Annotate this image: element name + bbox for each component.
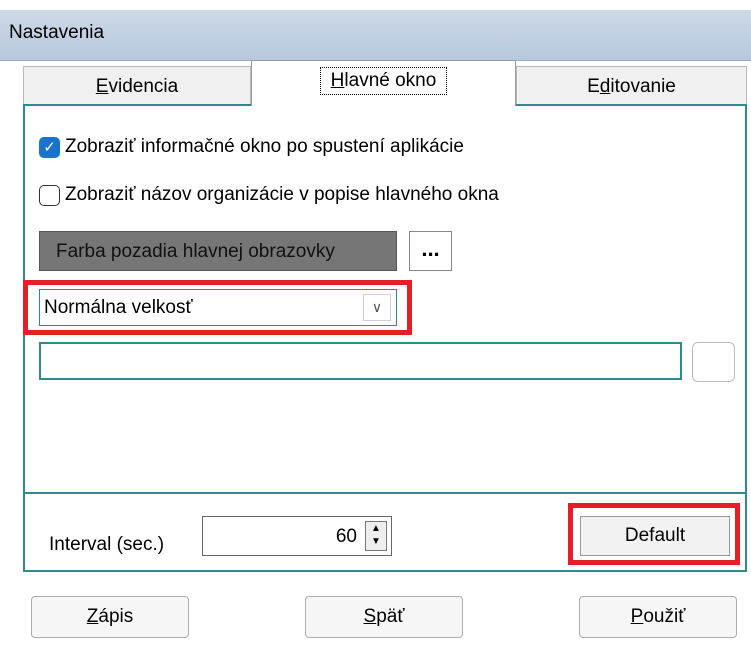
show-org-checkbox[interactable] <box>39 184 60 206</box>
tab-focus-outline: Hlavné okno <box>319 67 448 95</box>
zapis-button[interactable]: Zápis <box>31 596 189 638</box>
button-label-post: ápis <box>98 606 134 627</box>
interval-label: Interval (sec.) <box>49 534 165 555</box>
path-field[interactable] <box>39 342 682 380</box>
tab-editovanie[interactable]: Editovanie <box>516 66 747 104</box>
background-color-button[interactable]: Farba pozadia hlavnej obrazovky <box>39 231 397 271</box>
tab-label-key: d <box>599 76 611 97</box>
tab-label-key: H <box>330 70 345 91</box>
tab-panel-hlavne-okno: ✓ Zobraziť informačné okno po spustení a… <box>23 104 747 572</box>
spin-arrows-icon[interactable]: ▲ ▼ <box>365 521 387 551</box>
tab-label-post: lavné okno <box>344 70 437 91</box>
panel-divider <box>25 492 745 494</box>
tab-evidencia[interactable]: Evidencia <box>23 66 251 104</box>
button-label-post: päť <box>376 606 405 627</box>
title-bar: Nastavenia <box>0 0 751 61</box>
default-button[interactable]: Default <box>580 516 730 556</box>
show-info-checkbox[interactable]: ✓ <box>39 136 60 158</box>
show-info-label: Zobraziť informačné okno po spustení apl… <box>65 136 464 157</box>
spat-button[interactable]: Späť <box>305 596 463 638</box>
pouzit-button[interactable]: Použiť <box>579 596 737 638</box>
color-picker-button[interactable]: ... <box>409 231 452 271</box>
button-label-post: oužiť <box>643 606 686 627</box>
button-key: S <box>363 606 377 627</box>
tab-label-post: itovanie <box>610 76 676 97</box>
browse-button[interactable] <box>692 342 735 382</box>
tab-label-key: E <box>95 76 109 97</box>
show-org-option[interactable]: Zobraziť názov organizácie v popise hlav… <box>39 184 499 206</box>
window-size-value: Normálna velkosť <box>44 297 193 318</box>
interval-value: 60 <box>335 526 357 547</box>
show-info-option[interactable]: ✓ Zobraziť informačné okno po spustení a… <box>39 136 464 158</box>
button-key: Z <box>86 606 99 627</box>
interval-spinbox[interactable]: 60 ▲ ▼ <box>202 516 392 556</box>
tab-label-post: videncia <box>108 76 179 97</box>
tab-label-pre: E <box>587 76 600 97</box>
window-size-select[interactable]: Normálna velkosť ∨ <box>39 289 397 326</box>
button-key: P <box>630 606 644 627</box>
tab-hlavne-okno[interactable]: Hlavné okno <box>251 60 516 106</box>
chevron-down-icon[interactable]: ∨ <box>363 294 391 321</box>
window-title: Nastavenia <box>9 22 105 43</box>
show-org-label: Zobraziť názov organizácie v popise hlav… <box>65 184 499 205</box>
